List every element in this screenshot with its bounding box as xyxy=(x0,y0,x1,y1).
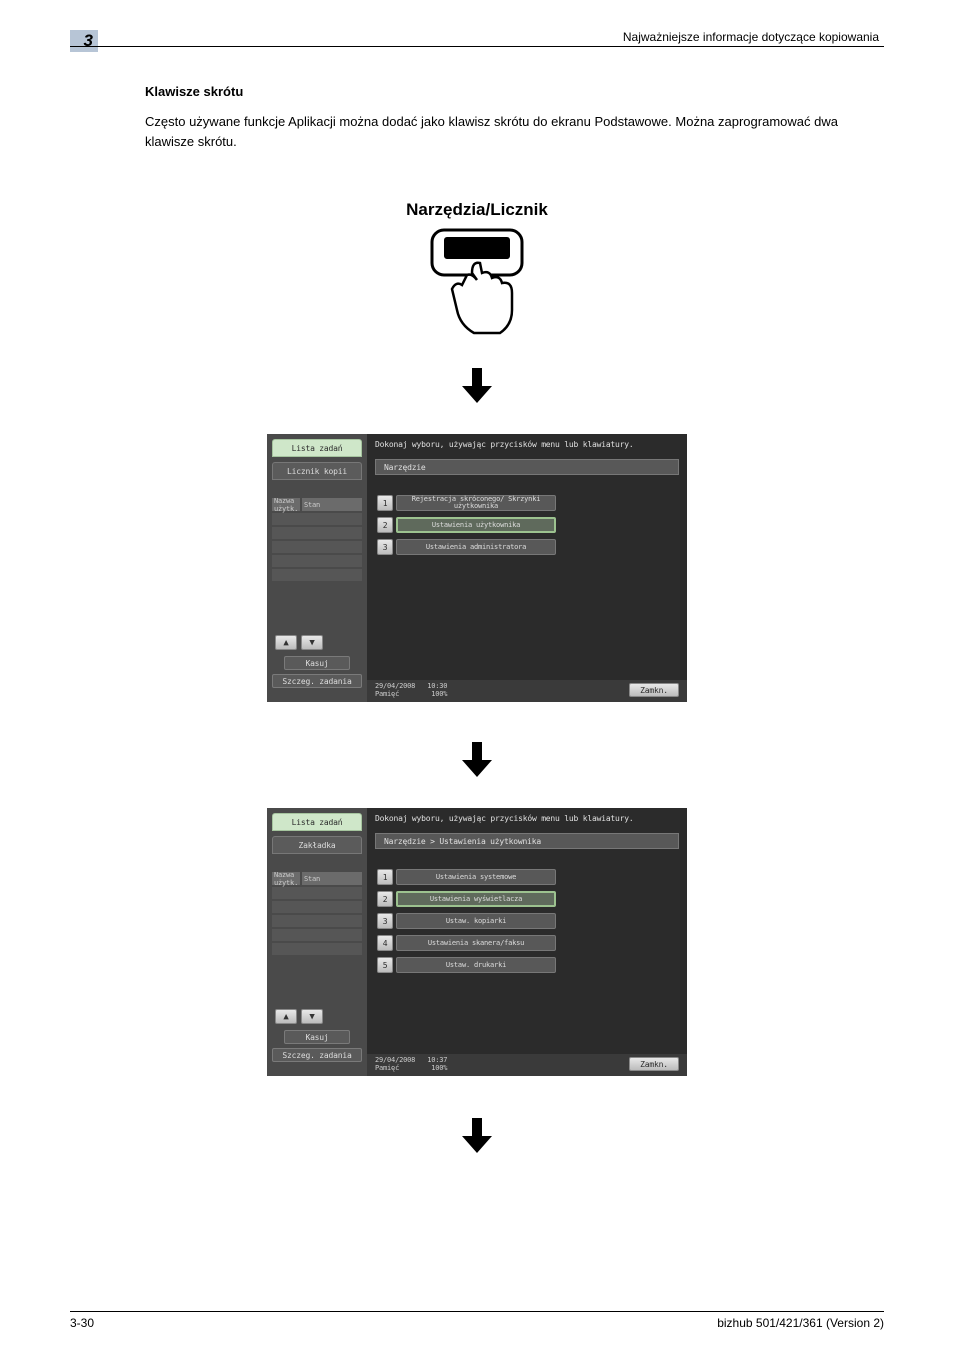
menu-item-label: Ustaw. drukarki xyxy=(396,957,556,973)
scroll-up-button[interactable]: ▲ xyxy=(275,635,297,650)
sidebar: Lista zadań Licznik kopii Nazwa użytk. S… xyxy=(267,434,367,702)
delete-button[interactable]: Kasuj xyxy=(284,1030,350,1044)
menu-item-label: Ustaw. kopiarki xyxy=(396,913,556,929)
menu-item-number: 1 xyxy=(377,869,393,885)
menu-item[interactable]: 2Ustawienia użytkownika xyxy=(377,517,687,533)
figure-title: Narzędzia/Licznik xyxy=(0,200,954,220)
chapter-tab: 3 xyxy=(70,30,98,52)
task-list-header: Nazwa użytk. Stan xyxy=(272,498,362,511)
scroll-down-button[interactable]: ▼ xyxy=(301,635,323,650)
col-user: Nazwa użytk. xyxy=(272,498,300,511)
tab-task-list[interactable]: Lista zadań xyxy=(272,813,362,831)
scroll-up-button[interactable]: ▲ xyxy=(275,1009,297,1024)
breadcrumb: Narzędzie > Ustawienia użytkownika xyxy=(375,833,679,849)
menu-list: 1Ustawienia systemowe2Ustawienia wyświet… xyxy=(377,869,687,973)
menu-item-number: 5 xyxy=(377,957,393,973)
sidebar: Lista zadań Zakładka Nazwa użytk. Stan ▲… xyxy=(267,808,367,1076)
tab-bookmark[interactable]: Zakładka xyxy=(272,836,362,854)
list-item xyxy=(272,915,362,927)
screen-user-settings: Lista zadań Zakładka Nazwa użytk. Stan ▲… xyxy=(267,808,687,1076)
menu-item-number: 4 xyxy=(377,935,393,951)
menu-item-number: 3 xyxy=(377,913,393,929)
task-list xyxy=(272,887,362,955)
body-paragraph: Często używane funkcje Aplikacji można d… xyxy=(145,112,859,151)
close-button[interactable]: Zamkn. xyxy=(629,1057,679,1071)
list-item xyxy=(272,887,362,899)
menu-item-label: Ustawienia wyświetlacza xyxy=(396,891,556,907)
menu-item-label: Ustawienia administratora xyxy=(396,539,556,555)
list-item xyxy=(272,555,362,567)
menu-list: 1Rejestracja skróconego/ Skrzynki użytko… xyxy=(377,495,687,555)
menu-item[interactable]: 1Ustawienia systemowe xyxy=(377,869,687,885)
list-scroll-controls: ▲ ▼ xyxy=(275,635,323,650)
down-arrow-icon xyxy=(462,368,492,403)
menu-item-number: 2 xyxy=(377,517,393,533)
list-item xyxy=(272,513,362,525)
task-list xyxy=(272,513,362,581)
header-section-path: Najważniejsze informacje dotyczące kopio… xyxy=(623,30,879,44)
chapter-number: 3 xyxy=(84,31,93,51)
list-item xyxy=(272,901,362,913)
status-memory-pct: 100% xyxy=(431,1064,447,1072)
section-title: Klawisze skrótu xyxy=(145,84,243,99)
list-item xyxy=(272,541,362,553)
page-number: 3-30 xyxy=(70,1316,94,1330)
menu-item[interactable]: 1Rejestracja skróconego/ Skrzynki użytko… xyxy=(377,495,687,511)
col-user: Nazwa użytk. xyxy=(272,872,300,885)
menu-item-label: Ustawienia systemowe xyxy=(396,869,556,885)
list-scroll-controls: ▲ ▼ xyxy=(275,1009,323,1024)
menu-item-number: 2 xyxy=(377,891,393,907)
menu-item-label: Ustawienia skanera/faksu xyxy=(396,935,556,951)
delete-button[interactable]: Kasuj xyxy=(284,656,350,670)
product-version: bizhub 501/421/361 (Version 2) xyxy=(717,1316,884,1330)
task-details-button[interactable]: Szczeg. zadania xyxy=(272,1048,362,1062)
menu-item[interactable]: 2Ustawienia wyświetlacza xyxy=(377,891,687,907)
main-area: Dokonaj wyboru, używając przycisków menu… xyxy=(367,434,687,702)
status-bar: 29/04/2008 10:37 Pamięć 100% Zamkn. xyxy=(367,1054,687,1076)
col-status: Stan xyxy=(302,872,362,885)
task-list-header: Nazwa użytk. Stan xyxy=(272,872,362,885)
close-button[interactable]: Zamkn. xyxy=(629,683,679,697)
menu-item[interactable]: 3Ustawienia administratora xyxy=(377,539,687,555)
list-item xyxy=(272,943,362,955)
menu-item-number: 1 xyxy=(377,495,393,511)
menu-item[interactable]: 4Ustawienia skanera/faksu xyxy=(377,935,687,951)
status-memory-pct: 100% xyxy=(431,690,447,698)
list-item xyxy=(272,929,362,941)
down-arrow-icon xyxy=(462,742,492,777)
scroll-down-button[interactable]: ▼ xyxy=(301,1009,323,1024)
tab-copy-counter[interactable]: Licznik kopii xyxy=(272,462,362,480)
menu-item-number: 3 xyxy=(377,539,393,555)
status-memory-label: Pamięć xyxy=(375,1064,399,1072)
status-memory-label: Pamięć xyxy=(375,690,399,698)
footer-rule xyxy=(70,1311,884,1312)
instruction-text: Dokonaj wyboru, używając przycisków menu… xyxy=(367,434,687,455)
list-item xyxy=(272,569,362,581)
col-status: Stan xyxy=(302,498,362,511)
header-rule xyxy=(70,46,884,47)
breadcrumb: Narzędzie xyxy=(375,459,679,475)
menu-item-label: Ustawienia użytkownika xyxy=(396,517,556,533)
instruction-text: Dokonaj wyboru, używając przycisków menu… xyxy=(367,808,687,829)
button-press-illustration xyxy=(412,225,542,345)
tab-task-list[interactable]: Lista zadań xyxy=(272,439,362,457)
screen-utility-root: Lista zadań Licznik kopii Nazwa użytk. S… xyxy=(267,434,687,702)
menu-item-label: Rejestracja skróconego/ Skrzynki użytkow… xyxy=(396,495,556,511)
menu-item[interactable]: 3Ustaw. kopiarki xyxy=(377,913,687,929)
list-item xyxy=(272,527,362,539)
main-area: Dokonaj wyboru, używając przycisków menu… xyxy=(367,808,687,1076)
menu-item[interactable]: 5Ustaw. drukarki xyxy=(377,957,687,973)
down-arrow-icon xyxy=(462,1118,492,1153)
status-bar: 29/04/2008 10:30 Pamięć 100% Zamkn. xyxy=(367,680,687,702)
task-details-button[interactable]: Szczeg. zadania xyxy=(272,674,362,688)
